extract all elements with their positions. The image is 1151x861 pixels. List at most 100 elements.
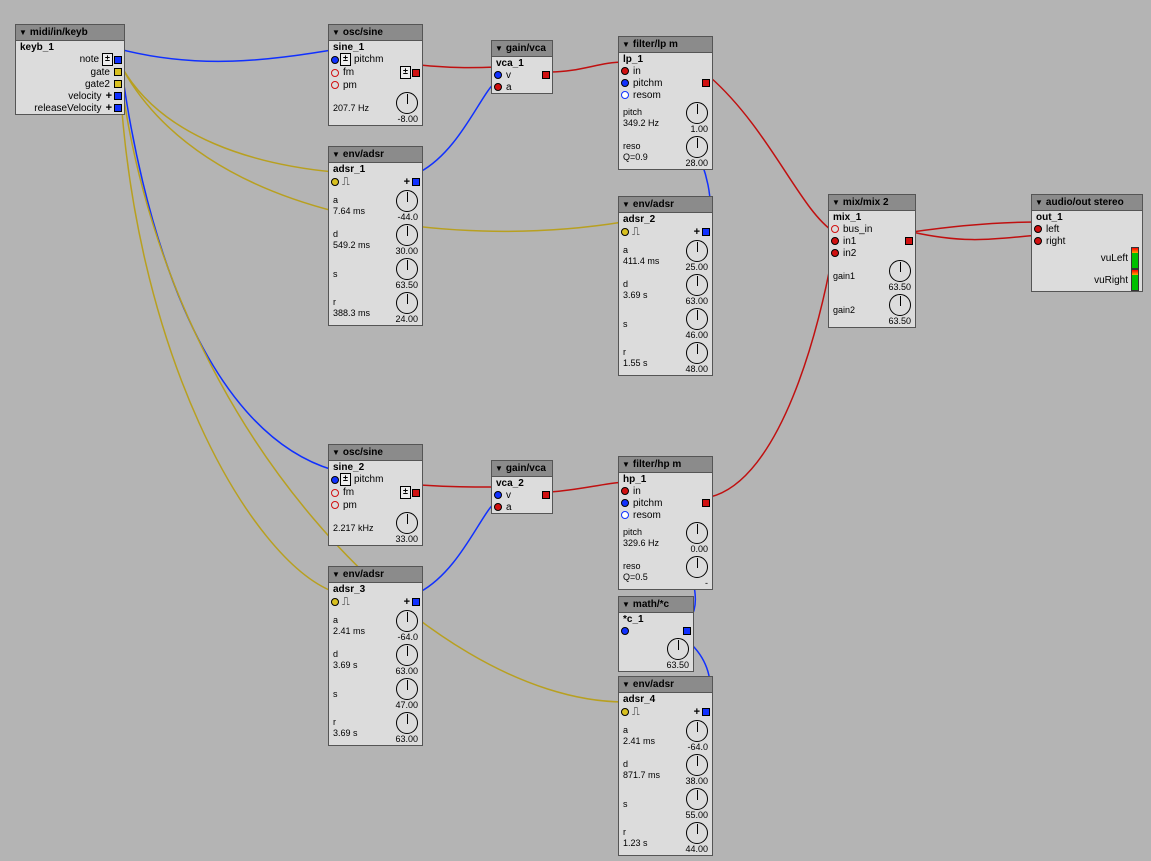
param-s[interactable]: s46.00 <box>619 307 712 341</box>
out-gate2[interactable]: gate2 <box>16 78 124 90</box>
knob[interactable] <box>396 644 418 666</box>
knob[interactable] <box>686 136 708 158</box>
param-d[interactable]: d3.69 s63.00 <box>619 273 712 307</box>
module-lp[interactable]: ▼filter/lp m lp_1 in pitchm resom pitch3… <box>618 36 713 170</box>
module-title[interactable]: ▼mix/mix 2 <box>829 195 915 211</box>
in-v[interactable]: v <box>492 489 552 501</box>
port-out[interactable] <box>412 69 420 77</box>
module-title[interactable]: ▼env/adsr <box>329 567 422 583</box>
param-reso[interactable]: resoQ=0.9 28.00 <box>619 135 712 169</box>
port-out[interactable] <box>114 56 122 64</box>
module-adsr2[interactable]: ▼env/adsr adsr_2 ⎍+ a411.4 ms25.00 d3.69… <box>618 196 713 376</box>
knob[interactable] <box>396 258 418 280</box>
port-out[interactable] <box>702 228 710 236</box>
port-trigger[interactable] <box>621 228 629 236</box>
knob[interactable] <box>686 240 708 262</box>
module-adsr4[interactable]: ▼env/adsr adsr_4 ⎍+ a2.41 ms-64.0 d871.7… <box>618 676 713 856</box>
param-d[interactable]: d871.7 ms38.00 <box>619 753 712 787</box>
param-gain2[interactable]: gain263.50 <box>829 293 915 327</box>
knob[interactable] <box>686 754 708 776</box>
module-adsr3[interactable]: ▼env/adsr adsr_3 ⎍+ a2.41 ms-64.0 d3.69 … <box>328 566 423 746</box>
collapse-icon[interactable]: ▼ <box>19 29 27 37</box>
in-right[interactable]: right <box>1032 235 1142 247</box>
in-resom[interactable]: resom <box>619 89 712 101</box>
knob[interactable] <box>686 102 708 124</box>
module-vca2[interactable]: ▼gain/vca vca_2 v a <box>491 460 553 514</box>
out-gate[interactable]: gate <box>16 66 124 78</box>
collapse-icon[interactable]: ▼ <box>622 41 630 49</box>
knob[interactable] <box>686 788 708 810</box>
module-title[interactable]: ▼math/*c <box>619 597 693 613</box>
module-title[interactable]: ▼gain/vca <box>492 461 552 477</box>
module-sine2[interactable]: ▼osc/sine sine_2 ±pitchm fm± pm 2.217 kH… <box>328 444 423 546</box>
collapse-icon[interactable]: ▼ <box>832 199 840 207</box>
port-out[interactable] <box>412 178 420 186</box>
port-out[interactable] <box>702 79 710 87</box>
port-out[interactable] <box>542 71 550 79</box>
knob[interactable] <box>686 308 708 330</box>
port-out[interactable] <box>114 80 122 88</box>
collapse-icon[interactable]: ▼ <box>332 571 340 579</box>
knob[interactable] <box>396 512 418 534</box>
in-fm[interactable]: fm± <box>329 66 422 79</box>
in-in2[interactable]: in2 <box>829 247 915 259</box>
knob[interactable] <box>686 556 708 578</box>
in-pitchm[interactable]: pitchm <box>619 77 712 89</box>
module-title[interactable]: ▼gain/vca <box>492 41 552 57</box>
param-d[interactable]: d549.2 ms30.00 <box>329 223 422 257</box>
collapse-icon[interactable]: ▼ <box>332 29 340 37</box>
param-reso[interactable]: resoQ=0.5 - <box>619 555 712 589</box>
in-pitchm[interactable]: ±pitchm <box>329 473 422 486</box>
module-out[interactable]: ▼audio/out stereo out_1 left right vuLef… <box>1031 194 1143 292</box>
knob[interactable] <box>889 260 911 282</box>
in-pm[interactable]: pm <box>329 499 422 511</box>
module-title[interactable]: ▼audio/out stereo <box>1032 195 1142 211</box>
knob[interactable] <box>686 822 708 844</box>
knob[interactable] <box>686 274 708 296</box>
param-gain1[interactable]: gain163.50 <box>829 259 915 293</box>
port-out[interactable] <box>683 627 691 635</box>
param-r[interactable]: r388.3 ms24.00 <box>329 291 422 325</box>
collapse-icon[interactable]: ▼ <box>622 461 630 469</box>
in-in[interactable]: in <box>619 65 712 77</box>
io-row[interactable] <box>619 625 693 637</box>
knob[interactable] <box>396 224 418 246</box>
in-in1[interactable]: in1 <box>829 235 915 247</box>
knob[interactable] <box>686 522 708 544</box>
in-in[interactable]: in <box>619 485 712 497</box>
module-mathc[interactable]: ▼math/*c *c_1 63.50 <box>618 596 694 672</box>
knob[interactable] <box>396 712 418 734</box>
module-title[interactable]: ▼env/adsr <box>329 147 422 163</box>
in-resom[interactable]: resom <box>619 509 712 521</box>
collapse-icon[interactable]: ▼ <box>332 449 340 457</box>
in-a[interactable]: a <box>492 81 552 93</box>
port-out[interactable] <box>702 708 710 716</box>
in-pitchm[interactable]: pitchm <box>619 497 712 509</box>
collapse-icon[interactable]: ▼ <box>622 201 630 209</box>
port-trigger[interactable] <box>621 708 629 716</box>
port-out[interactable] <box>542 491 550 499</box>
port-out[interactable] <box>114 68 122 76</box>
collapse-icon[interactable]: ▼ <box>495 45 503 53</box>
param-freq[interactable]: 2.217 kHz 33.00 <box>329 511 422 545</box>
in-fm[interactable]: fm± <box>329 486 422 499</box>
module-title[interactable]: ▼env/adsr <box>619 197 712 213</box>
module-hp[interactable]: ▼filter/hp m hp_1 in pitchm resom pitch3… <box>618 456 713 590</box>
param-pitch[interactable]: pitch329.6 Hz 0.00 <box>619 521 712 555</box>
param-r[interactable]: r1.23 s44.00 <box>619 821 712 855</box>
port-trigger[interactable] <box>331 598 339 606</box>
module-adsr1[interactable]: ▼env/adsr adsr_1 ⎍+ a7.64 ms-44.0 d549.2… <box>328 146 423 326</box>
param-c[interactable]: 63.50 <box>619 637 693 671</box>
in-pm[interactable]: pm <box>329 79 422 91</box>
knob[interactable] <box>396 190 418 212</box>
module-vca1[interactable]: ▼gain/vca vca_1 v a <box>491 40 553 94</box>
knob[interactable] <box>889 294 911 316</box>
module-title[interactable]: ▼filter/hp m <box>619 457 712 473</box>
in-a[interactable]: a <box>492 501 552 513</box>
module-title[interactable]: ▼midi/in/keyb <box>16 25 124 41</box>
trig-row[interactable]: ⎍+ <box>619 225 712 239</box>
port-out[interactable] <box>114 92 122 100</box>
collapse-icon[interactable]: ▼ <box>622 601 630 609</box>
in-bus[interactable]: bus_in <box>829 223 915 235</box>
knob[interactable] <box>396 292 418 314</box>
